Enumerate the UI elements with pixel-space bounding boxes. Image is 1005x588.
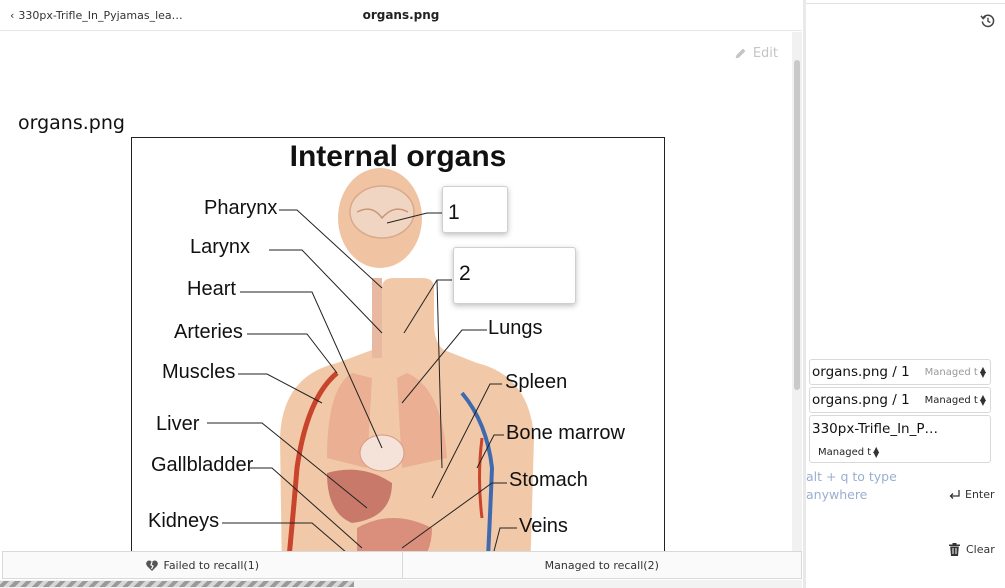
label-muscles: Muscles bbox=[162, 361, 236, 383]
label-stomach: Stomach bbox=[509, 469, 588, 491]
card-content: Edit organs.png Internal organs Pharynx … bbox=[0, 32, 792, 551]
history-item-status-select[interactable]: Managed t ▲ ▼ bbox=[925, 367, 986, 378]
select-arrows-icon: ▲ ▼ bbox=[979, 366, 986, 378]
label-gallbladder: Gallbladder bbox=[151, 454, 254, 476]
history-item-status-select[interactable]: Managed t ▲ ▼ bbox=[818, 447, 879, 458]
history-item-status: Managed t bbox=[818, 446, 872, 458]
history-item[interactable]: 330px-Trifle_In_P… Managed t ▲ ▼ bbox=[809, 415, 991, 463]
failed-to-recall-label: Failed to recall(1) bbox=[163, 558, 260, 572]
card-title: organs.png bbox=[18, 112, 125, 134]
select-arrows-icon: ▲ ▼ bbox=[873, 446, 880, 458]
diagram-title: Internal organs bbox=[289, 140, 507, 173]
enter-button[interactable]: Enter bbox=[949, 488, 995, 501]
clear-label: Clear bbox=[966, 543, 995, 556]
managed-to-recall-label: Managed to recall(2) bbox=[544, 558, 659, 572]
organs-diagram: Internal organs Pharynx Larynx Heart Art… bbox=[131, 137, 665, 551]
history-item-name: organs.png / 1 bbox=[812, 364, 910, 380]
history-item-status-select[interactable]: Managed t ▲ ▼ bbox=[925, 395, 986, 406]
broken-heart-icon bbox=[145, 559, 158, 571]
label-spleen: Spleen bbox=[505, 371, 568, 393]
history-item-name: 330px-Trifle_In_P… bbox=[812, 421, 939, 437]
vertical-scrollbar-thumb[interactable] bbox=[794, 60, 800, 390]
top-bar: ‹ 330px-Trifle_In_Pyjamas_lea… organs.png bbox=[0, 0, 802, 31]
occlusion-box-2[interactable]: 2 bbox=[453, 247, 576, 304]
edit-button[interactable]: Edit bbox=[734, 46, 778, 61]
label-bone-marrow: Bone marrow bbox=[506, 422, 625, 444]
keyboard-hint: alt + q to type anywhere bbox=[806, 468, 897, 504]
label-arteries: Arteries bbox=[174, 321, 243, 343]
clear-button[interactable]: Clear bbox=[949, 543, 995, 556]
page-title: organs.png bbox=[362, 8, 440, 22]
history-item[interactable]: organs.png / 1 Managed t ▲ ▼ bbox=[809, 387, 991, 413]
panel-top-line bbox=[806, 0, 1005, 4]
trash-icon bbox=[949, 543, 960, 556]
history-icon[interactable] bbox=[980, 13, 995, 28]
enter-arrow-icon bbox=[949, 489, 960, 499]
label-kidneys: Kidneys bbox=[148, 510, 220, 532]
managed-to-recall-button[interactable]: Managed to recall(2) bbox=[401, 552, 802, 578]
history-item-name: organs.png / 1 bbox=[812, 392, 910, 408]
label-pharynx: Pharynx bbox=[204, 197, 278, 219]
hint-line-1: alt + q to type bbox=[806, 469, 897, 484]
horizontal-scrollbar-thumb[interactable] bbox=[0, 581, 354, 587]
failed-to-recall-button[interactable]: Failed to recall(1) bbox=[3, 552, 402, 578]
answer-bar: Failed to recall(1) Managed to recall(2) bbox=[2, 551, 802, 579]
label-heart: Heart bbox=[187, 278, 236, 300]
label-larynx: Larynx bbox=[190, 236, 251, 258]
hint-line-2: anywhere bbox=[806, 487, 868, 502]
horizontal-scrollbar[interactable] bbox=[0, 580, 802, 588]
label-lungs: Lungs bbox=[488, 317, 543, 339]
history-item-status: Managed t bbox=[924, 366, 978, 378]
history-item[interactable]: organs.png / 1 Managed t ▲ ▼ bbox=[809, 359, 991, 385]
occlusion-box-1[interactable]: 1 bbox=[442, 186, 508, 233]
label-veins: Veins bbox=[519, 515, 568, 537]
edit-label: Edit bbox=[752, 46, 778, 61]
select-arrows-icon: ▲ ▼ bbox=[979, 394, 986, 406]
history-panel: organs.png / 1 Managed t ▲ ▼ organs.png /… bbox=[806, 0, 1005, 588]
app-window: ‹ 330px-Trifle_In_Pyjamas_lea… organs.png… bbox=[0, 0, 1005, 588]
vertical-scrollbar[interactable] bbox=[792, 32, 802, 551]
pencil-icon bbox=[735, 48, 746, 59]
label-liver: Liver bbox=[156, 413, 200, 435]
history-item-status: Managed t bbox=[924, 394, 978, 406]
enter-label: Enter bbox=[965, 488, 995, 501]
